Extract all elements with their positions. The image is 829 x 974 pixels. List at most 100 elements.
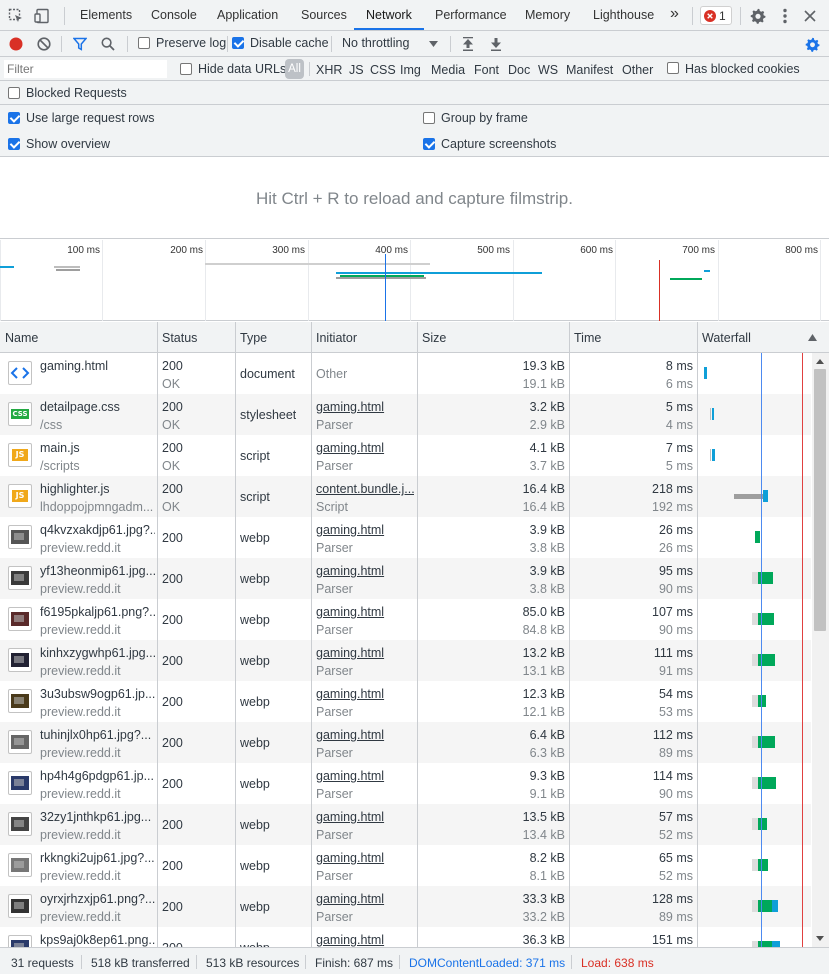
search-icon[interactable] [99, 35, 117, 53]
request-row[interactable]: gaming.html 200 OK document Other 19.3 kB 19.1… [0, 353, 811, 394]
tab-network[interactable]: Network [366, 8, 412, 22]
group-by-frame-checkbox[interactable] [423, 112, 435, 124]
request-initiator-link[interactable]: gaming.html [316, 400, 414, 414]
scroll-up-arrow-icon[interactable] [814, 355, 826, 367]
request-row[interactable]: CSS detailpage.css/css 200 OK stylesheet gami… [0, 394, 811, 435]
sort-ascending-icon[interactable] [806, 331, 818, 343]
error-counter-button[interactable]: 1 [700, 6, 732, 25]
kebab-menu-icon[interactable] [776, 6, 794, 26]
request-row[interactable]: tuhinjlx0hp61.jpg?... preview.redd.it 200 w… [0, 722, 811, 763]
request-name[interactable]: yf13heonmip61.jpg... [40, 564, 155, 578]
type-filter-media[interactable]: Media [431, 63, 465, 77]
scrollbar-thumb[interactable] [814, 369, 826, 631]
gear-icon[interactable] [748, 6, 768, 26]
request-name[interactable]: tuhinjlx0hp61.jpg?... [40, 728, 155, 742]
inspect-icon[interactable] [6, 6, 26, 26]
request-name[interactable]: 3u3ubsw9ogp61.jp... [40, 687, 155, 701]
column-size[interactable]: Size [422, 331, 446, 345]
request-row[interactable]: q4kvzxakdjp61.jpg?... preview.redd.it 200 w… [0, 517, 811, 558]
preserve-log-checkbox[interactable] [138, 37, 150, 49]
column-name[interactable]: Name [5, 331, 38, 345]
filter-icon[interactable] [71, 35, 89, 53]
request-row[interactable]: f6195pkaljp61.png?... preview.redd.it 200 w… [0, 599, 811, 640]
type-filter-all[interactable]: All [285, 59, 304, 79]
type-filter-css[interactable]: CSS [370, 63, 396, 77]
request-row[interactable]: rkkngki2ujp61.jpg?... preview.redd.it 200 w… [0, 845, 811, 886]
throttling-select[interactable]: No throttling [342, 36, 409, 50]
column-time[interactable]: Time [574, 331, 601, 345]
blocked-requests-checkbox[interactable] [8, 87, 20, 99]
disable-cache-checkbox[interactable] [232, 37, 244, 49]
close-icon[interactable] [800, 6, 820, 26]
device-toolbar-icon[interactable] [32, 6, 52, 26]
request-name[interactable]: kps9aj0k8ep61.png... [40, 933, 155, 947]
more-tabs-button[interactable]: » [670, 5, 679, 23]
request-row[interactable]: yf13heonmip61.jpg... preview.redd.it 200 we… [0, 558, 811, 599]
request-row[interactable]: JS main.js/scripts 200 OK script gaming.html P… [0, 435, 811, 476]
export-har-icon[interactable] [487, 35, 505, 53]
request-row[interactable]: 32zy1jnthkp61.jpg... preview.redd.it 200 we… [0, 804, 811, 845]
tab-memory[interactable]: Memory [525, 8, 570, 22]
request-initiator-link[interactable]: gaming.html [316, 523, 414, 537]
filter-input[interactable] [4, 60, 167, 78]
request-initiator-link[interactable]: gaming.html [316, 605, 414, 619]
column-type[interactable]: Type [240, 331, 267, 345]
clear-icon[interactable] [35, 35, 53, 53]
type-filter-ws[interactable]: WS [538, 63, 558, 77]
request-name[interactable]: kinhxzygwhp61.jpg... [40, 646, 155, 660]
request-name[interactable]: oyrxjrhzxjp61.png?... [40, 892, 155, 906]
request-initiator-link[interactable]: gaming.html [316, 892, 414, 906]
tab-elements[interactable]: Elements [80, 8, 132, 22]
type-filter-js[interactable]: JS [349, 63, 364, 77]
scroll-down-arrow-icon[interactable] [814, 932, 826, 944]
show-overview-checkbox[interactable] [8, 138, 20, 150]
tab-performance[interactable]: Performance [435, 8, 507, 22]
request-initiator-link[interactable]: gaming.html [316, 728, 414, 742]
type-filter-font[interactable]: Font [474, 63, 499, 77]
column-waterfall[interactable]: Waterfall [702, 331, 751, 345]
request-name[interactable]: detailpage.css [40, 400, 155, 414]
request-row[interactable]: kinhxzygwhp61.jpg... preview.redd.it 200 we… [0, 640, 811, 681]
request-row[interactable]: oyrxjrhzxjp61.png?... preview.redd.it 200 w… [0, 886, 811, 927]
hide-data-urls-checkbox[interactable] [180, 63, 192, 75]
request-name[interactable]: highlighter.js [40, 482, 155, 496]
import-har-icon[interactable] [459, 35, 477, 53]
request-name[interactable]: gaming.html [40, 359, 155, 373]
type-filter-other[interactable]: Other [622, 63, 653, 77]
request-name[interactable]: main.js [40, 441, 155, 455]
type-filter-img[interactable]: Img [400, 63, 421, 77]
request-initiator-link[interactable]: gaming.html [316, 769, 414, 783]
record-icon[interactable] [7, 35, 25, 53]
large-rows-checkbox[interactable] [8, 112, 20, 124]
tab-console[interactable]: Console [151, 8, 197, 22]
request-initiator-link[interactable]: gaming.html [316, 441, 414, 455]
column-initiator[interactable]: Initiator [316, 331, 357, 345]
network-settings-gear-icon[interactable] [803, 35, 821, 53]
request-initiator-link[interactable]: gaming.html [316, 933, 414, 947]
tab-sources[interactable]: Sources [301, 8, 347, 22]
request-name[interactable]: hp4h4g6pdgp61.jp... [40, 769, 155, 783]
request-name[interactable]: rkkngki2ujp61.jpg?... [40, 851, 155, 865]
request-name[interactable]: q4kvzxakdjp61.jpg?... [40, 523, 155, 537]
network-overview[interactable]: 100 ms 200 ms 300 ms 400 ms 500 ms 600 m… [0, 240, 829, 321]
request-row[interactable]: JS highlighter.js lhdoppojpmngadm... 200 OK s… [0, 476, 811, 517]
request-row[interactable]: kps9aj0k8ep61.png...200webpgaming.html36… [0, 927, 811, 947]
request-initiator-link[interactable]: gaming.html [316, 564, 414, 578]
tab-application[interactable]: Application [217, 8, 278, 22]
type-filter-xhr[interactable]: XHR [316, 63, 342, 77]
request-initiator-link[interactable]: gaming.html [316, 810, 414, 824]
request-initiator-link[interactable]: gaming.html [316, 646, 414, 660]
type-filter-doc[interactable]: Doc [508, 63, 530, 77]
capture-screenshots-checkbox[interactable] [423, 138, 435, 150]
request-name[interactable]: f6195pkaljp61.png?... [40, 605, 155, 619]
request-name[interactable]: 32zy1jnthkp61.jpg... [40, 810, 155, 824]
request-row[interactable]: 3u3ubsw9ogp61.jp... preview.redd.it 200 web… [0, 681, 811, 722]
request-initiator-link[interactable]: gaming.html [316, 851, 414, 865]
request-initiator-link[interactable]: gaming.html [316, 687, 414, 701]
type-filter-manifest[interactable]: Manifest [566, 63, 613, 77]
request-initiator-link[interactable]: content.bundle.j... [316, 482, 414, 496]
has-blocked-cookies-checkbox[interactable] [667, 62, 679, 74]
request-row[interactable]: hp4h4g6pdgp61.jp... preview.redd.it 200 web… [0, 763, 811, 804]
tab-lighthouse[interactable]: Lighthouse [593, 8, 654, 22]
column-status[interactable]: Status [162, 331, 197, 345]
